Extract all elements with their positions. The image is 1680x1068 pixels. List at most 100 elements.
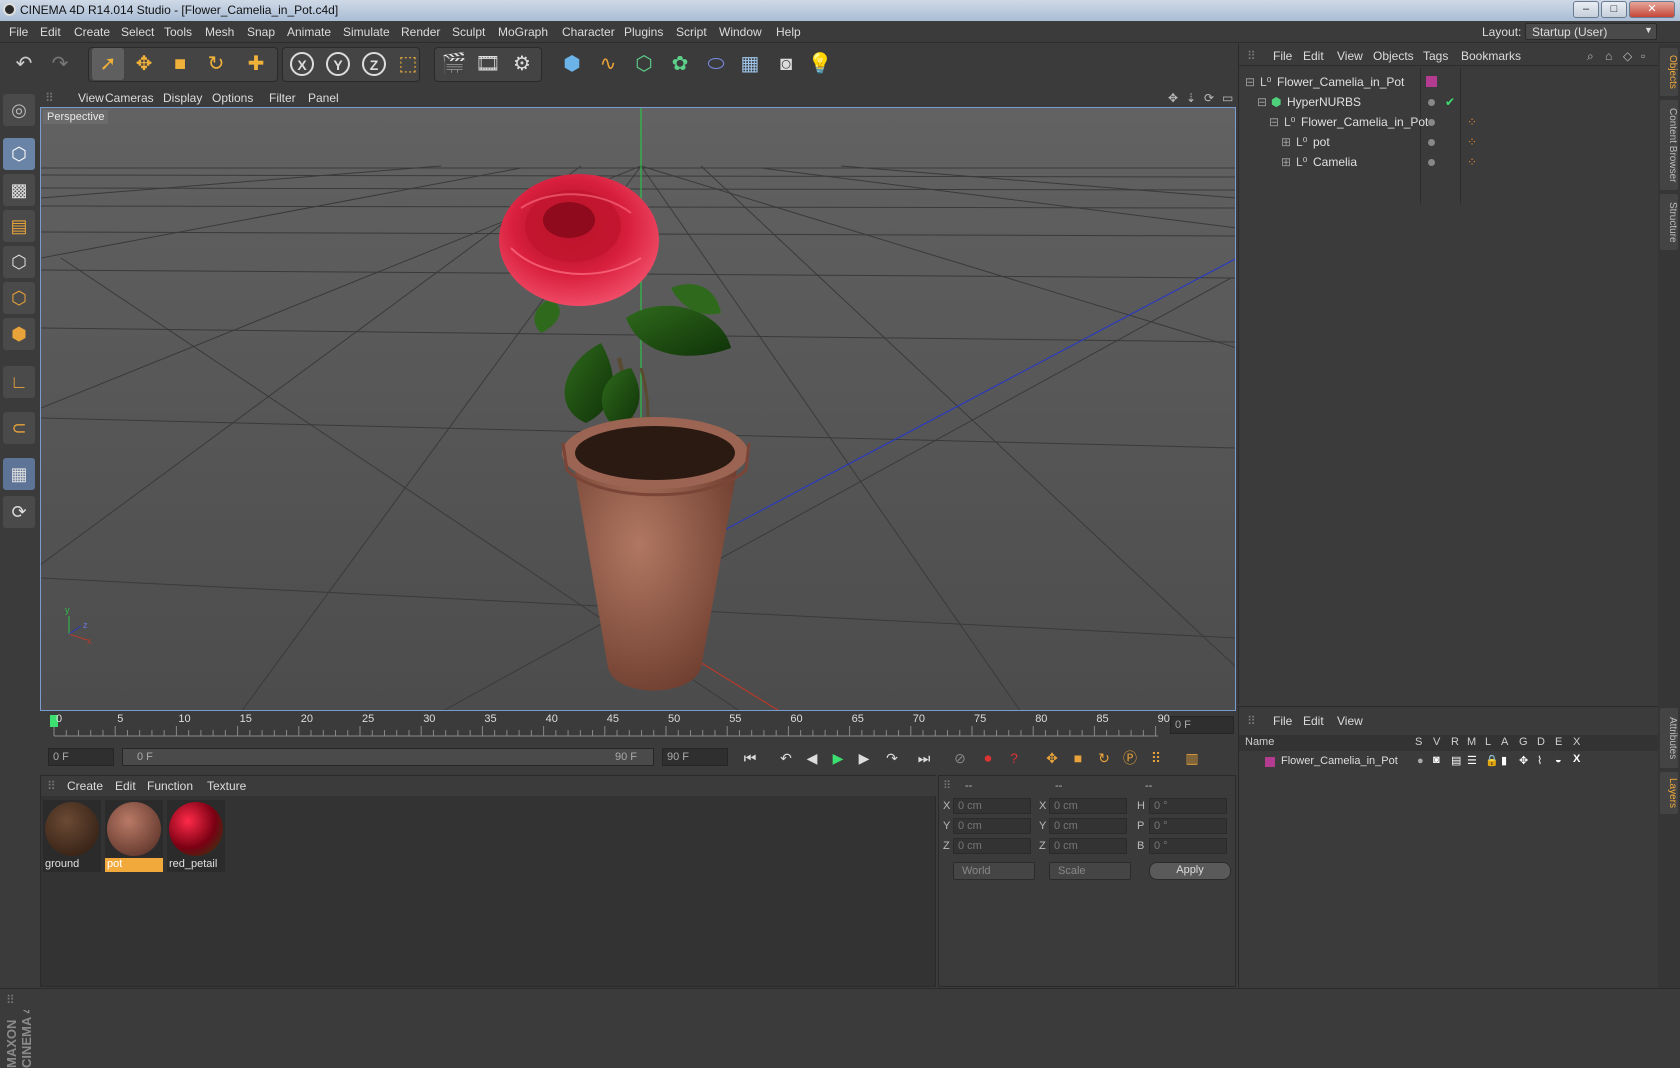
collapse-icon[interactable]: ◇ <box>1623 49 1632 63</box>
home-icon[interactable]: ⌂ <box>1605 49 1612 63</box>
undo-icon[interactable]: ↶ <box>8 48 40 80</box>
key-point-level-icon[interactable]: ⠿ <box>1144 746 1168 770</box>
x-axis-button[interactable]: X <box>286 48 318 80</box>
tab-attributes[interactable]: Attributes <box>1660 708 1678 768</box>
render-settings-icon[interactable]: ⚙ <box>506 48 538 80</box>
camera-icon[interactable]: ◙ <box>770 48 802 80</box>
workplane-mode-icon[interactable]: ▤ <box>3 210 35 242</box>
minimize-button[interactable]: – <box>1573 1 1599 18</box>
key-position-icon[interactable]: ✥ <box>1040 746 1064 770</box>
object-menu-tags[interactable]: Tags <box>1423 49 1448 63</box>
model-mode-icon[interactable]: ⬡ <box>3 138 35 170</box>
expressions-icon[interactable]: ◒ <box>1555 754 1562 766</box>
menu-file[interactable]: File <box>9 25 28 39</box>
locked-icon[interactable]: 🔒 <box>1485 754 1499 767</box>
texture-tag-icon[interactable]: ⁘ <box>1467 115 1477 129</box>
tab-objects[interactable]: Objects <box>1660 48 1678 96</box>
locked-workplane-icon[interactable]: ▦ <box>3 458 35 490</box>
size-mode-select[interactable]: Scale <box>1049 862 1131 880</box>
rotate-icon[interactable]: ↻ <box>200 48 232 80</box>
object-row[interactable]: ⊟ L⁰ Flower_Camelia_in_Pot ⁘ <box>1239 112 1659 132</box>
y-axis-button[interactable]: Y <box>322 48 354 80</box>
object-menu-edit[interactable]: Edit <box>1303 49 1324 63</box>
position-y-field[interactable]: 0 cm <box>953 818 1031 834</box>
deformers-icon[interactable]: ⌇ <box>1537 754 1542 767</box>
menu-window[interactable]: Window <box>719 25 762 39</box>
solo-icon[interactable]: ● <box>1417 755 1424 767</box>
coordinate-mode-select[interactable]: World <box>953 862 1035 880</box>
collapse-tree-icon[interactable]: ⊟ <box>1269 115 1279 129</box>
rotation-h-field[interactable]: 0 ° <box>1149 798 1227 814</box>
menu-character[interactable]: Character <box>562 25 615 39</box>
key-parameter-icon[interactable]: Ⓟ <box>1118 746 1142 770</box>
floor-icon[interactable]: ▦ <box>734 48 766 80</box>
render-icon[interactable]: ▤ <box>1451 754 1461 767</box>
viewport-menu-view[interactable]: View <box>78 91 104 105</box>
layer-menu-file[interactable]: File <box>1273 714 1292 728</box>
animation-icon[interactable]: ▮ <box>1501 754 1507 767</box>
close-button[interactable]: ✕ <box>1629 1 1675 18</box>
texture-tag-icon[interactable]: ⁘ <box>1467 155 1477 169</box>
keyframe-selection-icon[interactable]: ? <box>1002 746 1026 770</box>
expand-tree-icon[interactable]: ⊞ <box>1281 155 1291 169</box>
layer-menu-edit[interactable]: Edit <box>1303 714 1324 728</box>
axis-mode-icon[interactable]: ∟ <box>3 366 35 398</box>
texture-tag-icon[interactable]: ⁘ <box>1467 135 1477 149</box>
visibility-dot[interactable] <box>1428 119 1435 126</box>
layer-row[interactable]: Flower_Camelia_in_Pot ● ◙ ▤ ☰ 🔒 ▮ ✥ ⌇ ◒ … <box>1239 753 1659 771</box>
menu-plugins[interactable]: Plugins <box>624 25 663 39</box>
material-menu-edit[interactable]: Edit <box>115 779 136 793</box>
layer-menu-view[interactable]: View <box>1337 714 1363 728</box>
collapse-tree-icon[interactable]: ⊟ <box>1257 95 1267 109</box>
menu-select[interactable]: Select <box>121 25 154 39</box>
viewport-menu-cameras[interactable]: Cameras <box>105 91 154 105</box>
enabled-check-icon[interactable]: ✔ <box>1445 95 1455 109</box>
material-menu-texture[interactable]: Texture <box>207 779 246 793</box>
viewport-menu-filter[interactable]: Filter <box>269 91 296 105</box>
menu-script[interactable]: Script <box>676 25 707 39</box>
rotation-p-field[interactable]: 0 ° <box>1149 818 1227 834</box>
render-region-icon[interactable]: 🎞 <box>472 48 504 80</box>
position-x-field[interactable]: 0 cm <box>953 798 1031 814</box>
key-scale-icon[interactable]: ■ <box>1066 746 1090 770</box>
texture-mode-icon[interactable]: ▩ <box>3 174 35 206</box>
menu-sculpt[interactable]: Sculpt <box>452 25 485 39</box>
edges-mode-icon[interactable]: ⬡ <box>3 282 35 314</box>
z-axis-button[interactable]: Z <box>358 48 390 80</box>
deformer-icon[interactable]: ⬭ <box>700 48 732 80</box>
previous-key-icon[interactable]: ↶ <box>774 746 798 770</box>
previous-frame-icon[interactable]: ◀ <box>800 746 824 770</box>
pan-icon[interactable]: ✥ <box>1168 91 1178 105</box>
tab-layers[interactable]: Layers <box>1660 772 1678 814</box>
menu-render[interactable]: Render <box>401 25 440 39</box>
object-row[interactable]: ⊞ L⁰ pot ⁘ <box>1239 132 1659 152</box>
go-to-end-icon[interactable]: ⏭ <box>912 746 936 770</box>
visibility-dot[interactable] <box>1428 99 1435 106</box>
manager-icon[interactable]: ☰ <box>1467 754 1477 767</box>
visible-icon[interactable]: ◙ <box>1433 754 1440 766</box>
points-mode-icon[interactable]: ⬡ <box>3 246 35 278</box>
material-menu-function[interactable]: Function <box>147 779 193 793</box>
material-menu-create[interactable]: Create <box>67 779 103 793</box>
key-rotation-icon[interactable]: ↻ <box>1092 746 1116 770</box>
go-to-start-icon[interactable]: ⏮ <box>738 746 762 770</box>
play-icon[interactable]: ▶ <box>826 746 850 770</box>
collapse-tree-icon[interactable]: ⊟ <box>1245 75 1255 89</box>
start-frame-field[interactable]: 0 F <box>48 748 114 766</box>
object-menu-view[interactable]: View <box>1337 49 1363 63</box>
material-pot[interactable]: pot <box>105 800 163 872</box>
menu-mograph[interactable]: MoGraph <box>498 25 548 39</box>
nurbs-icon[interactable]: ⬡ <box>628 48 660 80</box>
new-window-icon[interactable]: ▫ <box>1641 49 1645 63</box>
viewport[interactable]: y x z Perspective <box>40 107 1236 711</box>
spline-icon[interactable]: ∿ <box>592 48 624 80</box>
visibility-dot[interactable] <box>1428 159 1435 166</box>
viewport-menu-display[interactable]: Display <box>163 91 202 105</box>
menu-mesh[interactable]: Mesh <box>205 25 234 39</box>
redo-icon[interactable]: ↷ <box>44 48 76 80</box>
scale-icon[interactable]: ■ <box>164 48 196 80</box>
viewport-menu-panel[interactable]: Panel <box>308 91 339 105</box>
snap-icon[interactable]: ⟳ <box>3 496 35 528</box>
end-frame-field[interactable]: 90 F <box>662 748 728 766</box>
tab-content-browser[interactable]: Content Browser <box>1660 100 1678 190</box>
